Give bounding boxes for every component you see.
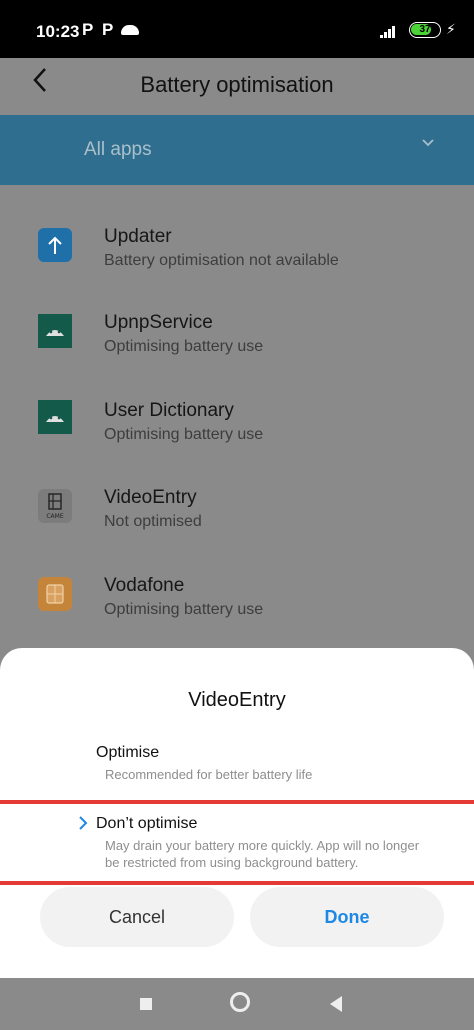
- filter-label: All apps: [84, 139, 152, 160]
- highlight-top-line: [0, 800, 474, 804]
- option-label: Optimise: [96, 744, 160, 761]
- app-name: Vodafone: [104, 575, 185, 596]
- recents-icon[interactable]: [140, 998, 152, 1010]
- done-button[interactable]: Done: [250, 887, 444, 947]
- battery-icon: 37: [409, 22, 441, 38]
- back-icon[interactable]: [330, 996, 342, 1012]
- app-status: Not optimised: [104, 513, 202, 530]
- updater-icon: [38, 228, 72, 262]
- videoentry-icon: CAME: [38, 489, 72, 523]
- notification-p-icon: P: [82, 20, 94, 39]
- app-filter-dropdown[interactable]: All apps: [0, 115, 474, 185]
- android-icon: [38, 400, 72, 434]
- battery-level: 37: [419, 24, 431, 35]
- list-item[interactable]: UpnpService Optimising battery use: [0, 302, 474, 390]
- sheet-title: VideoEntry: [188, 689, 286, 711]
- android-icon: [38, 314, 72, 348]
- app-name: UpnpService: [104, 312, 213, 333]
- list-item[interactable]: CAME VideoEntry Not optimised: [0, 477, 474, 565]
- notification-p-icon: P: [102, 20, 114, 39]
- chevron-down-icon: [422, 139, 434, 147]
- home-icon[interactable]: [230, 992, 250, 1012]
- highlight-bottom-line: [0, 881, 474, 885]
- page-title: Battery optimisation: [140, 72, 334, 97]
- list-item[interactable]: Vodafone Optimising battery use: [0, 565, 474, 653]
- app-name: Updater: [104, 226, 172, 247]
- app-name: VideoEntry: [104, 487, 197, 508]
- sim-card-icon: [38, 577, 72, 611]
- app-header: Battery optimisation: [0, 58, 474, 114]
- status-bar: 10:23 P P 37 ⚡: [0, 0, 474, 58]
- videoentry-icon-caption: CAME: [46, 513, 63, 520]
- status-time: 10:23: [36, 22, 80, 41]
- app-status: Optimising battery use: [104, 338, 264, 355]
- app-status: Optimising battery use: [104, 426, 264, 443]
- app-name: User Dictionary: [104, 400, 234, 421]
- cloud-icon: [121, 25, 139, 35]
- signal-icon: [380, 24, 400, 38]
- app-status: Battery optimisation not available: [104, 252, 339, 269]
- option-description: Recommended for better battery life: [105, 767, 313, 782]
- app-status: Optimising battery use: [104, 601, 264, 618]
- option-description: May drain your battery more quickly. App…: [105, 838, 420, 870]
- list-item[interactable]: User Dictionary Optimising battery use: [0, 390, 474, 478]
- lightning-icon: ⚡: [446, 21, 456, 37]
- cancel-button[interactable]: Cancel: [40, 887, 234, 947]
- list-item[interactable]: Updater Battery optimisation not availab…: [0, 214, 474, 302]
- navigation-bar: [0, 978, 474, 1030]
- chevron-right-icon: [78, 814, 88, 835]
- option-label: Don’t optimise: [96, 815, 198, 832]
